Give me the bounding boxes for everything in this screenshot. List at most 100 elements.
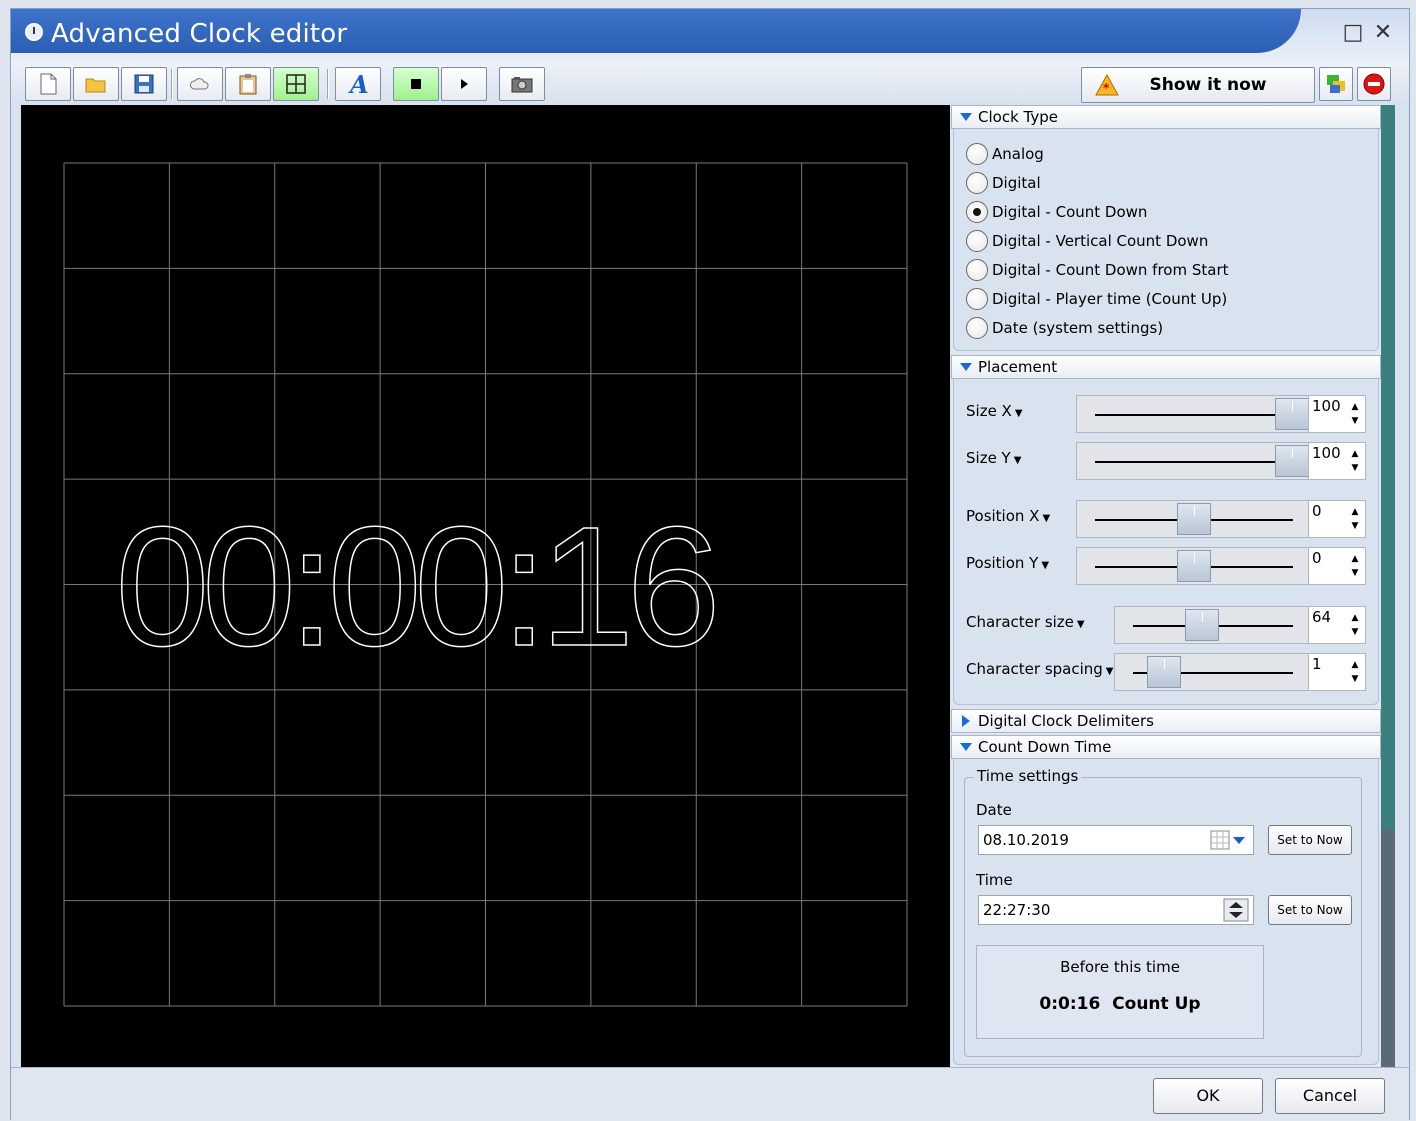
time-spinner-icon[interactable] xyxy=(1223,898,1249,922)
position-y-label[interactable]: Position Y ▼ xyxy=(966,554,1049,572)
stepper-arrows-icon[interactable]: ▲ ▼ xyxy=(1349,552,1361,580)
radio-button[interactable] xyxy=(966,288,988,310)
size-x-slider[interactable] xyxy=(1076,395,1310,433)
radio-button[interactable] xyxy=(966,317,988,339)
radio-label: Analog xyxy=(992,145,1044,163)
date-label: Date xyxy=(976,801,1012,819)
date-value: 08.10.2019 xyxy=(983,831,1069,849)
radio-button[interactable] xyxy=(966,143,988,165)
radio-digital-count-down[interactable]: Digital - Count Down xyxy=(966,199,1147,225)
radio-digital[interactable]: Digital xyxy=(966,170,1041,196)
cancel-button[interactable]: Cancel xyxy=(1275,1078,1385,1114)
show-it-now-button[interactable]: * Show it now xyxy=(1081,67,1315,103)
radio-analog[interactable]: Analog xyxy=(966,141,1044,167)
position-y-slider[interactable] xyxy=(1076,547,1310,585)
save-button[interactable] xyxy=(121,67,167,101)
character-spacing-label[interactable]: Character spacing ▼ xyxy=(966,660,1114,678)
radio-digital-vertical-count-down[interactable]: Digital - Vertical Count Down xyxy=(966,228,1208,254)
open-folder-button[interactable] xyxy=(73,67,119,101)
dialog-footer: OK Cancel xyxy=(11,1067,1409,1121)
slider-thumb[interactable] xyxy=(1275,398,1309,430)
properties-button[interactable] xyxy=(225,67,271,101)
snapshot-button[interactable] xyxy=(499,67,545,101)
time-input[interactable]: 22:27:30 xyxy=(978,895,1254,925)
size-y-slider[interactable] xyxy=(1076,442,1310,480)
size-y-text: Size Y xyxy=(966,449,1011,467)
camera-icon xyxy=(511,77,533,93)
section-clock-type-header[interactable]: Clock Type xyxy=(951,105,1381,129)
radio-button[interactable] xyxy=(966,230,988,252)
info-line-before: Before this time xyxy=(1060,958,1180,976)
section-placement-header[interactable]: Placement xyxy=(951,355,1381,379)
size-y-label[interactable]: Size Y ▼ xyxy=(966,449,1021,467)
slider-thumb[interactable] xyxy=(1147,656,1181,688)
grid-toggle-button[interactable] xyxy=(273,67,319,101)
radio-digital-count-down-from-start[interactable]: Digital - Count Down from Start xyxy=(966,257,1229,283)
stop-button[interactable] xyxy=(393,67,439,101)
character-size-label[interactable]: Character size ▼ xyxy=(966,613,1085,631)
section-count-down-header[interactable]: Count Down Time xyxy=(951,735,1381,759)
time-label: Time xyxy=(976,871,1013,889)
section-title: Count Down Time xyxy=(978,738,1112,756)
scrollbar-thumb[interactable] xyxy=(1381,829,1395,1067)
slider-thumb[interactable] xyxy=(1177,503,1211,535)
stop-show-button[interactable] xyxy=(1357,67,1391,101)
date-set-to-now-button[interactable]: Set to Now xyxy=(1268,825,1352,855)
stepper-arrows-icon[interactable]: ▲ ▼ xyxy=(1349,400,1361,428)
properties-panel: Clock Type Analog Digital Digital - Coun… xyxy=(951,105,1381,1067)
section-title: Placement xyxy=(978,358,1058,376)
time-set-to-now-button[interactable]: Set to Now xyxy=(1268,895,1352,925)
size-x-stepper[interactable]: 100 ▲ ▼ xyxy=(1308,395,1366,433)
cloud-button[interactable] xyxy=(177,67,223,101)
character-size-stepper[interactable]: 64 ▲ ▼ xyxy=(1308,606,1366,644)
section-title: Digital Clock Delimiters xyxy=(978,712,1154,730)
toolbar-separator xyxy=(171,69,173,99)
svg-text:A: A xyxy=(348,71,369,97)
radio-date[interactable]: Date (system settings) xyxy=(966,315,1163,341)
placement-controls: Size X ▼ 100 ▲ ▼ Size Y ▼ 100 ▲ ▼ Position X… xyxy=(953,379,1379,705)
expanded-arrow-icon xyxy=(960,363,972,371)
slider-track xyxy=(1095,461,1295,463)
slider-thumb[interactable] xyxy=(1185,609,1219,641)
stop-icon xyxy=(411,79,421,89)
clock-preview-canvas[interactable]: 00:00:16 xyxy=(21,105,950,1067)
position-x-label[interactable]: Position X ▼ xyxy=(966,507,1050,525)
close-icon[interactable]: ✕ xyxy=(1371,21,1395,45)
character-spacing-stepper[interactable]: 1 ▲ ▼ xyxy=(1308,653,1366,691)
date-input[interactable]: 08.10.2019 xyxy=(978,825,1254,855)
slider-thumb[interactable] xyxy=(1275,445,1309,477)
stepper-arrows-icon[interactable]: ▲ ▼ xyxy=(1349,658,1361,686)
position-x-stepper[interactable]: 0 ▲ ▼ xyxy=(1308,500,1366,538)
layers-button[interactable] xyxy=(1319,67,1353,101)
radio-button[interactable] xyxy=(966,259,988,281)
radio-button-checked[interactable] xyxy=(966,201,988,223)
section-delimiters-header[interactable]: Digital Clock Delimiters xyxy=(951,709,1381,733)
no-entry-icon xyxy=(1363,73,1385,95)
radio-label: Digital xyxy=(992,174,1041,192)
toolbar: A * Show it now xyxy=(11,61,1409,105)
maximize-icon[interactable]: □ xyxy=(1341,21,1365,45)
stepper-arrows-icon[interactable]: ▲ ▼ xyxy=(1349,447,1361,475)
ok-button[interactable]: OK xyxy=(1153,1078,1263,1114)
position-y-stepper[interactable]: 0 ▲ ▼ xyxy=(1308,547,1366,585)
new-file-button[interactable] xyxy=(25,67,71,101)
window-title: Advanced Clock editor xyxy=(51,19,348,49)
radio-label: Digital - Count Down from Start xyxy=(992,261,1229,279)
play-icon xyxy=(461,79,468,89)
radio-button[interactable] xyxy=(966,172,988,194)
time-settings-label: Time settings xyxy=(974,767,1082,785)
slider-thumb[interactable] xyxy=(1177,550,1211,582)
character-spacing-slider[interactable] xyxy=(1114,653,1310,691)
play-button[interactable] xyxy=(441,67,487,101)
size-x-label[interactable]: Size X ▼ xyxy=(966,402,1023,420)
radio-digital-player-time[interactable]: Digital - Player time (Count Up) xyxy=(966,286,1227,312)
size-y-stepper[interactable]: 100 ▲ ▼ xyxy=(1308,442,1366,480)
stepper-arrows-icon[interactable]: ▲ ▼ xyxy=(1349,611,1361,639)
radio-label: Digital - Vertical Count Down xyxy=(992,232,1209,250)
font-button[interactable]: A xyxy=(335,67,381,101)
preview-grid: 00:00:16 xyxy=(63,162,908,1007)
calendar-dropdown-icon[interactable] xyxy=(1209,829,1249,851)
stepper-arrows-icon[interactable]: ▲ ▼ xyxy=(1349,505,1361,533)
position-x-slider[interactable] xyxy=(1076,500,1310,538)
character-size-slider[interactable] xyxy=(1114,606,1310,644)
